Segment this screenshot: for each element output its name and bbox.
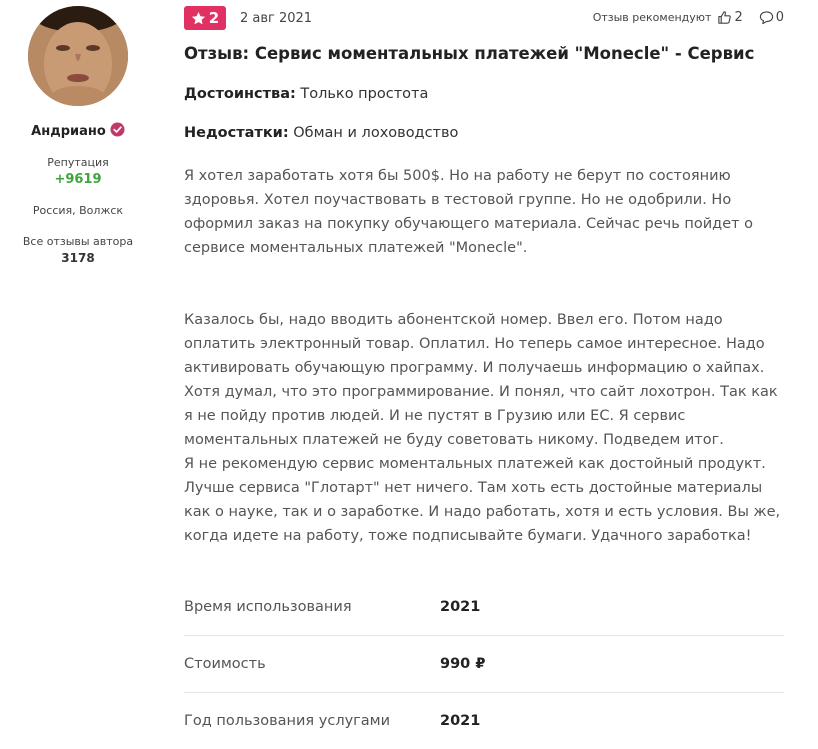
reviews-count: 3178: [61, 251, 95, 265]
review-body-paragraph-2: Казалось бы, надо вводить абонентской но…: [184, 308, 784, 548]
author-name-line: Андриано: [0, 122, 156, 139]
property-row-service-year: Год пользования услугами 2021: [184, 692, 784, 749]
review-cons: Недостатки: Обман и лоховодство: [184, 125, 458, 141]
rating-value: 2: [208, 9, 220, 27]
property-value: 2021: [440, 712, 481, 729]
rating-badge: 2: [184, 6, 226, 30]
avatar[interactable]: [28, 6, 128, 106]
property-value: 2021: [440, 598, 481, 615]
property-label: Год пользования услугами: [184, 712, 391, 729]
review-body-text-3: Я не рекомендую сервис моментальных плат…: [184, 456, 781, 544]
verified-badge-icon: [110, 122, 125, 137]
review-meta: Отзыв рекомендуют 2 0: [593, 10, 784, 25]
avatar-image: [28, 6, 128, 106]
all-reviews-link[interactable]: Все отзывы автора: [0, 235, 156, 248]
comments-button[interactable]: 0: [753, 10, 784, 25]
comments-count: 0: [775, 10, 784, 25]
comment-bubble-icon: [759, 11, 773, 25]
review-body-text-2: Казалось бы, надо вводить абонентской но…: [184, 312, 778, 448]
property-label: Время использования: [184, 598, 352, 615]
review-pros: Достоинства: Только простота: [184, 86, 428, 102]
recommend-label: Отзыв рекомендуют: [592, 11, 712, 24]
cons-text: Обман и лоховодство: [293, 125, 459, 141]
like-button[interactable]: 2: [711, 10, 743, 25]
reputation-label: Репутация: [47, 156, 109, 169]
property-label: Стоимость: [184, 655, 266, 672]
likes-count: 2: [734, 10, 743, 25]
thumbs-up-icon: [718, 11, 732, 24]
review-body-paragraph-1: Я хотел заработать хотя бы 500$. Но на р…: [184, 168, 754, 256]
property-row-usage-time: Время использования 2021: [184, 578, 784, 636]
review-title: Отзыв: Сервис моментальных платежей "Mon…: [184, 44, 755, 63]
author-name[interactable]: Андриано: [31, 124, 106, 139]
reputation-value: +9619: [54, 172, 102, 187]
review-date: 2 авг 2021: [240, 11, 313, 26]
cons-label: Недостатки:: [184, 125, 289, 141]
star-icon: [191, 11, 205, 24]
property-value: 990 ₽: [440, 655, 486, 672]
pros-label: Достоинства:: [184, 86, 296, 102]
pros-text: Только простота: [300, 86, 429, 102]
property-row-cost: Стоимость 990 ₽: [184, 635, 784, 693]
author-location: Россия, Волжск: [32, 204, 124, 217]
